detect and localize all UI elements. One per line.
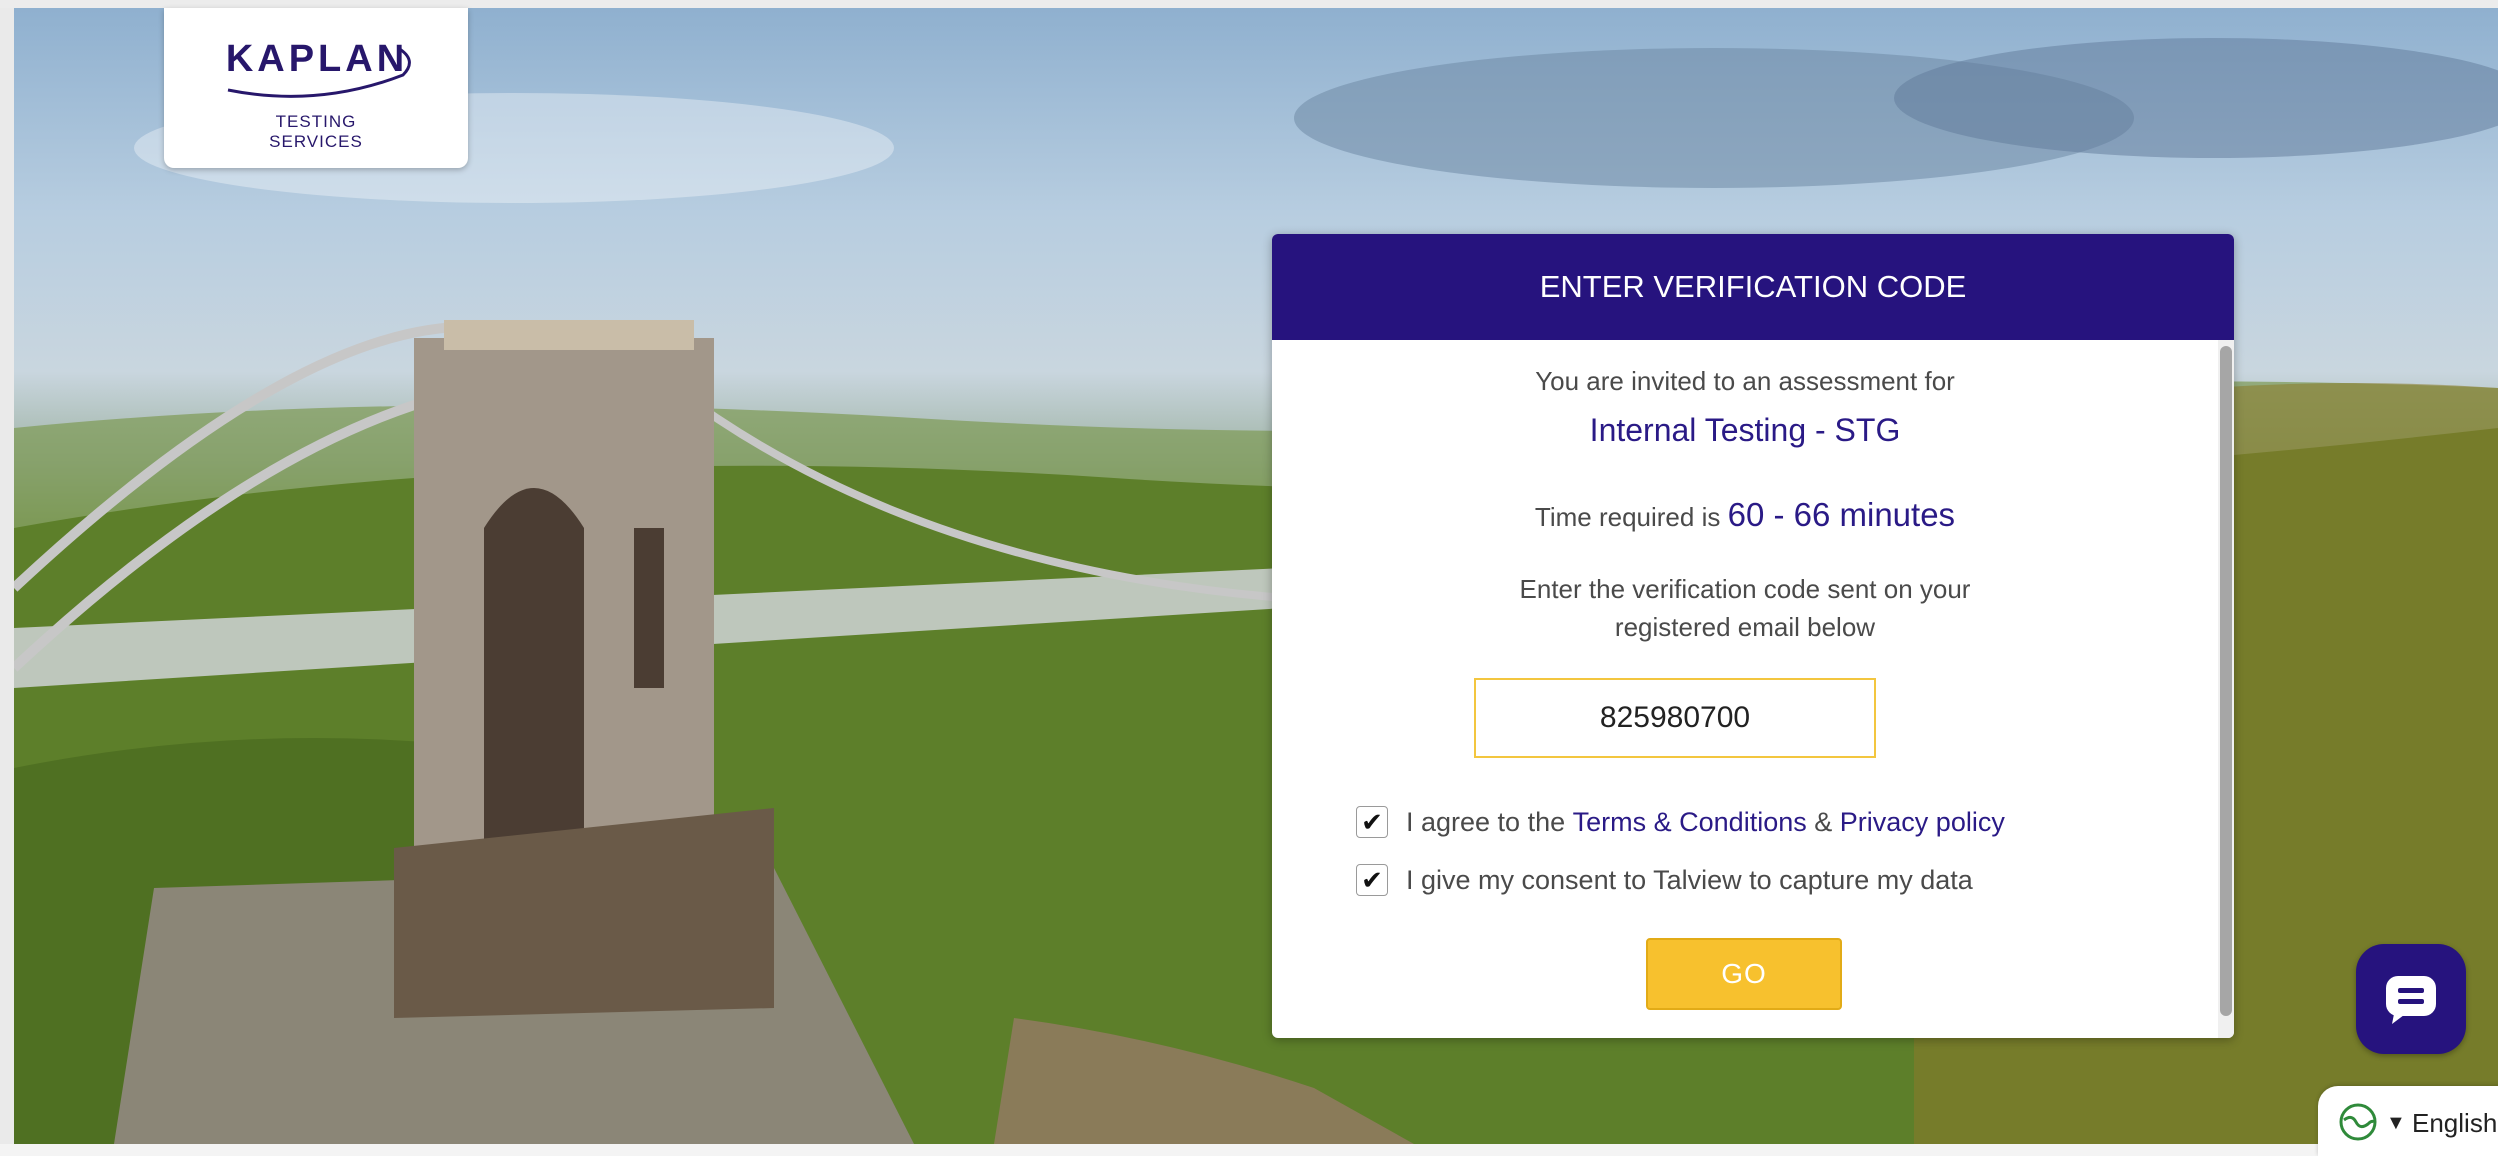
language-selector[interactable]: ▼ English	[2318, 1086, 2498, 1156]
terms-checkbox[interactable]: ✔	[1356, 806, 1388, 838]
browser-top-edge	[0, 0, 2498, 8]
instruction-line-2: registered email below	[1614, 612, 1876, 642]
time-required-prefix: Time required is	[1534, 502, 1721, 532]
kaplan-logo-card: KAPLAN TESTING SERVICES	[164, 8, 468, 168]
checkmark-icon: ✔	[1361, 806, 1383, 837]
time-required-value: 60 - 66 minutes	[1727, 496, 1956, 533]
logo-subtitle-line1: TESTING	[275, 112, 357, 131]
verification-code-input[interactable]	[1474, 678, 1876, 758]
page-left-edge	[0, 8, 14, 1144]
globe-icon	[2339, 1103, 2377, 1141]
chat-button[interactable]	[2356, 944, 2466, 1054]
language-label: English	[2412, 1108, 2498, 1138]
card-scrollbar-thumb[interactable]	[2220, 346, 2232, 1016]
logo-subtitle-line2: SERVICES	[269, 132, 363, 151]
instruction-line-1: Enter the verification code sent on your	[1519, 574, 1971, 604]
logo-brand-text: KAPLAN	[225, 38, 409, 80]
verification-card: ENTER VERIFICATION CODE You are invited …	[1272, 234, 2234, 1038]
chat-bubble-icon	[2386, 976, 2436, 1024]
assessment-name: Internal Testing - STG	[1589, 412, 1901, 448]
consent-checkbox[interactable]: ✔	[1356, 864, 1388, 896]
go-button[interactable]: GO	[1646, 938, 1842, 1010]
terms-conditions-link[interactable]: Terms & Conditions	[1573, 807, 1807, 838]
privacy-policy-link[interactable]: Privacy policy	[1840, 807, 2005, 838]
terms-prefix: I agree to the	[1406, 806, 1566, 837]
card-title: ENTER VERIFICATION CODE	[1272, 234, 2234, 340]
consent-checkbox-row: ✔ I give my consent to Talview to captur…	[1356, 860, 1973, 900]
terms-ampersand: &	[1814, 806, 1833, 837]
terms-checkbox-row: ✔ I agree to the Terms & Conditions & Pr…	[1356, 802, 2005, 842]
time-required: Time required is 60 - 66 minutes	[1272, 496, 2218, 534]
checkmark-icon: ✔	[1361, 864, 1383, 895]
chevron-down-icon: ▼	[2386, 1112, 2406, 1134]
invited-text: You are invited to an assessment for	[1535, 366, 1955, 396]
consent-label: I give my consent to Talview to capture …	[1406, 864, 1973, 895]
